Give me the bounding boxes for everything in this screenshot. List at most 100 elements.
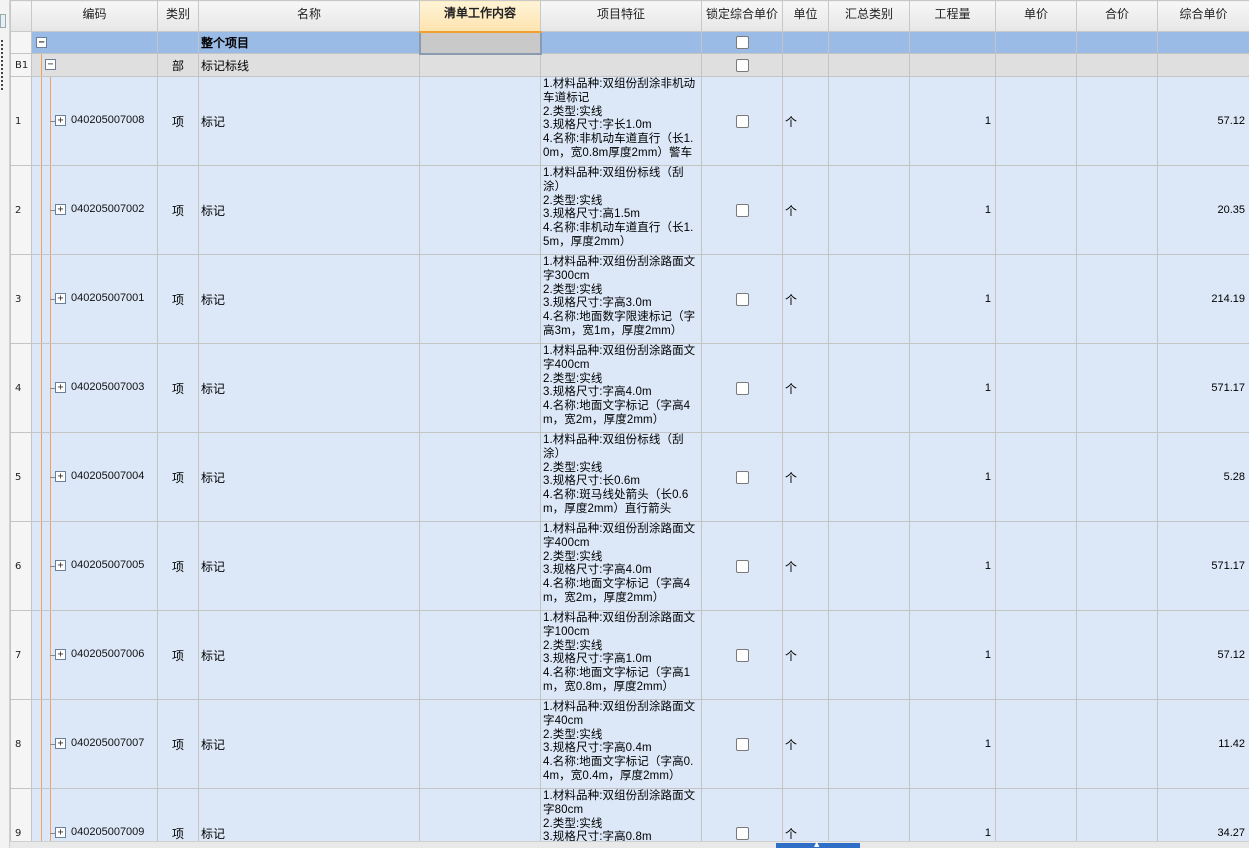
part-row[interactable]: B1 − 部 标记标线 [10,53,1249,77]
summary-category-cell[interactable] [828,521,910,611]
unit-cell[interactable]: 个 [782,76,829,166]
total-price-cell[interactable] [1076,699,1158,789]
work-content-cell[interactable] [418,30,542,55]
name-cell[interactable]: 标记 [198,699,420,789]
left-splitter[interactable] [0,0,10,848]
expand-icon[interactable]: + [55,204,66,215]
lock-price-checkbox[interactable] [735,826,749,840]
unit-price-cell[interactable] [995,521,1077,611]
expand-icon[interactable]: + [55,471,66,482]
unit-price-cell[interactable] [995,343,1077,433]
table-row[interactable]: 8 + 040205007007 项 标记 1.材料品种:双组份刮涂路面文字40… [10,699,1249,789]
category-cell[interactable]: 项 [157,254,199,344]
lock-price-cell[interactable] [701,343,783,433]
name-cell[interactable]: 标记 [198,165,420,255]
lock-price-cell[interactable] [701,699,783,789]
work-content-cell[interactable] [419,610,541,700]
lock-price-cell[interactable] [701,165,783,255]
work-content-cell[interactable] [419,788,541,841]
unit-price-cell[interactable] [995,610,1077,700]
category-cell[interactable]: 项 [157,521,199,611]
quantity-cell[interactable]: 1 [909,76,996,166]
feature-cell[interactable]: 1.材料品种:双组份刮涂路面文字400cm 2.类型:实线 3.规格尺寸:字高4.0… [540,343,702,433]
tree-cell[interactable]: − [31,31,158,54]
unit-cell[interactable]: 个 [782,165,829,255]
unit-cell[interactable]: 个 [782,432,829,522]
unit-cell[interactable]: 个 [782,699,829,789]
composite-price-cell[interactable]: 214.19 [1157,254,1249,344]
lock-price-cell[interactable] [701,432,783,522]
total-price-cell[interactable] [1076,165,1158,255]
lock-price-cell[interactable] [701,254,783,344]
quantity-cell[interactable] [909,53,996,77]
work-content-cell[interactable] [419,432,541,522]
expand-icon[interactable]: + [55,293,66,304]
summary-category-cell[interactable] [828,699,910,789]
lock-price-checkbox[interactable] [735,381,749,395]
work-content-cell[interactable] [419,521,541,611]
quantity-cell[interactable]: 1 [909,343,996,433]
column-header-unit[interactable]: 单位 [782,0,829,32]
lock-price-checkbox[interactable] [735,203,749,217]
horizontal-scrollbar[interactable]: ▲ [10,840,1249,848]
quantity-cell[interactable]: 1 [909,699,996,789]
lock-price-checkbox[interactable] [735,559,749,573]
unit-cell[interactable]: 个 [782,254,829,344]
expand-icon[interactable]: + [55,560,66,571]
quantity-cell[interactable]: 1 [909,788,996,841]
lock-price-checkbox[interactable] [735,648,749,662]
summary-category-cell[interactable] [828,31,910,54]
summary-category-cell[interactable] [828,76,910,166]
column-header-feature[interactable]: 项目特征 [540,0,702,32]
feature-cell[interactable]: 1.材料品种:双组份刮涂路面文字80cm 2.类型:实线 3.规格尺寸:字高0.8m [540,788,702,841]
feature-cell[interactable]: 1.材料品种:双组份刮涂路面文字100cm 2.类型:实线 3.规格尺寸:字高1.0… [540,610,702,700]
category-cell[interactable]: 项 [157,165,199,255]
unit-cell[interactable]: 个 [782,610,829,700]
work-content-cell[interactable] [419,343,541,433]
scrollbar-thumb[interactable]: ▲ [776,840,860,848]
unit-cell[interactable]: 个 [782,343,829,433]
work-content-cell[interactable] [419,76,541,166]
unit-price-cell[interactable] [995,254,1077,344]
total-price-cell[interactable] [1076,788,1158,841]
composite-price-cell[interactable] [1157,53,1249,77]
composite-price-cell[interactable]: 5.28 [1157,432,1249,522]
summary-category-cell[interactable] [828,610,910,700]
category-cell[interactable]: 项 [157,610,199,700]
tree-cell[interactable]: + 040205007003 [31,343,158,433]
composite-price-cell[interactable]: 571.17 [1157,521,1249,611]
name-cell[interactable]: 标记 [198,343,420,433]
category-cell[interactable]: 部 [157,53,199,77]
whole-project-row[interactable]: − 整个项目 [10,30,1249,55]
column-header-category[interactable]: 类别 [157,0,199,32]
table-row[interactable]: 9 + 040205007009 项 标记 1.材料品种:双组份刮涂路面文字80… [10,788,1249,841]
tree-cell[interactable]: + 040205007008 [31,76,158,166]
quantity-cell[interactable]: 1 [909,610,996,700]
summary-category-cell[interactable] [828,788,910,841]
lock-price-cell[interactable] [701,521,783,611]
total-price-cell[interactable] [1076,31,1158,54]
name-cell[interactable]: 标记 [198,76,420,166]
unit-price-cell[interactable] [995,432,1077,522]
total-price-cell[interactable] [1076,432,1158,522]
summary-category-cell[interactable] [828,53,910,77]
column-header-summary-category[interactable]: 汇总类别 [828,0,910,32]
tree-cell[interactable]: + 040205007009 [31,788,158,841]
lock-price-checkbox[interactable] [735,114,749,128]
table-row[interactable]: 1 + 040205007008 项 标记 1.材料品种:双组份刮涂非机动车道标… [10,76,1249,166]
tree-cell[interactable]: + 040205007006 [31,610,158,700]
unit-price-cell[interactable] [995,53,1077,77]
feature-cell[interactable]: 1.材料品种:双组份刮涂非机动车道标记 2.类型:实线 3.规格尺寸:字长1.0m 4… [540,76,702,166]
feature-cell[interactable]: 1.材料品种:双组份刮涂路面文字40cm 2.类型:实线 3.规格尺寸:字高0.4m… [540,699,702,789]
composite-price-cell[interactable]: 57.12 [1157,76,1249,166]
feature-cell[interactable] [540,31,702,54]
column-header-lock-price[interactable]: 锁定综合单价 [701,0,783,32]
unit-cell[interactable] [782,53,829,77]
lock-price-checkbox[interactable] [735,737,749,751]
name-cell[interactable]: 标记 [198,254,420,344]
collapse-icon[interactable]: − [36,37,47,48]
unit-cell[interactable]: 个 [782,521,829,611]
quantity-cell[interactable] [909,31,996,54]
composite-price-cell[interactable]: 571.17 [1157,343,1249,433]
composite-price-cell[interactable]: 20.35 [1157,165,1249,255]
